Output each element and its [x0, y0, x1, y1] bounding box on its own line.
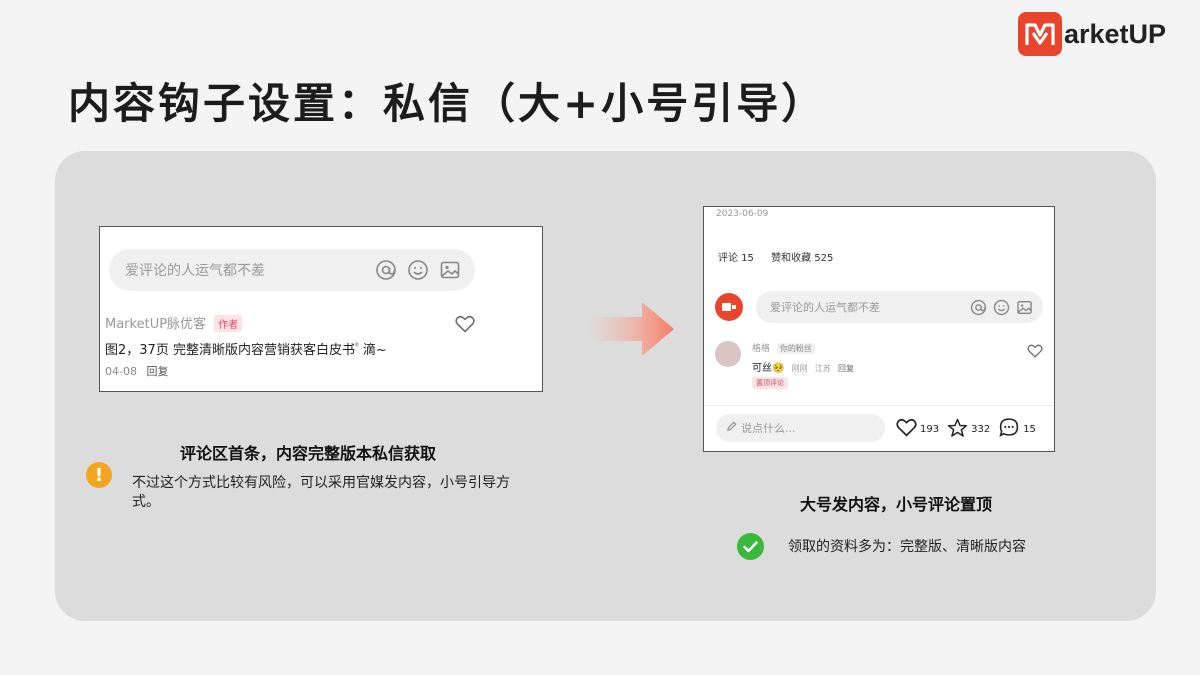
pencil-icon — [726, 421, 737, 435]
check-icon — [737, 533, 764, 560]
commenter-text-row: 可丝🥺 刚刚 江苏 回复 — [752, 359, 854, 374]
commenter-avatar[interactable] — [715, 341, 741, 367]
like-heart-icon[interactable] — [455, 315, 475, 337]
left-comment-screenshot: 爱评论的人运气都不差 MarketUP脉优客 作者 图2，37页 完整清晰版内容… — [99, 226, 543, 392]
comment-text-suffix: 滴~ — [362, 343, 387, 358]
comment-tabs: 评论 15 赞和收藏 525 — [718, 249, 833, 264]
emoji-face-icon: 🥺 — [772, 363, 785, 374]
right-post-screenshot: 2023-06-09 评论 15 赞和收藏 525 爱评论的人运气都不差 格格 … — [703, 206, 1055, 452]
logo-mark-icon — [1018, 12, 1062, 56]
bottom-input-placeholder: 说点什么... — [741, 422, 796, 435]
tab-comments[interactable]: 评论 15 — [718, 253, 754, 264]
comment-time: 刚刚 — [791, 364, 808, 373]
comment-input-placeholder: 爱评论的人运气都不差 — [770, 301, 880, 314]
commenter-header: 格格 你的粉丝 — [752, 341, 815, 354]
star-icon[interactable] — [947, 418, 968, 441]
comment-header: MarketUP脉优客 作者 — [105, 313, 243, 332]
heart-icon[interactable] — [896, 418, 917, 440]
comment-date: 04-08 — [105, 365, 137, 378]
comment-bubble-icon[interactable] — [998, 417, 1020, 441]
fan-tag: 你的粉丝 — [776, 343, 815, 354]
comment-input-placeholder: 爱评论的人运气都不差 — [125, 263, 265, 279]
bottom-actions: 193 332 15 — [896, 417, 1036, 441]
warning-icon: ! — [86, 462, 112, 488]
emoji-icon[interactable] — [993, 299, 1010, 316]
right-note: 领取的资料多为：完整版、清晰版内容 — [788, 539, 1026, 555]
right-caption: 大号发内容，小号评论置顶 — [800, 495, 993, 514]
emoji-icon[interactable] — [407, 259, 429, 281]
comment-author[interactable]: MarketUP脉优客 — [105, 317, 206, 332]
left-caption: 评论区首条，内容完整版本私信获取 — [180, 444, 437, 463]
bottom-comment-input[interactable]: 说点什么... — [716, 414, 885, 442]
avatar[interactable] — [715, 293, 743, 321]
at-icon[interactable] — [970, 299, 987, 316]
tab-likes-favorites[interactable]: 赞和收藏 525 — [771, 253, 833, 264]
reply-link[interactable]: 回复 — [146, 365, 168, 378]
favorites-count: 332 — [971, 423, 991, 435]
reply-link[interactable]: 回复 — [838, 364, 854, 373]
comment-location: 江苏 — [814, 364, 831, 373]
image-icon[interactable] — [439, 259, 461, 281]
comment-meta: 04-08 回复 — [105, 363, 168, 379]
left-note: 不过这个方式比较有风险，可以采用官媒发内容，小号引导方式。 — [132, 475, 510, 510]
search-mark-icon: ᵠ — [354, 341, 359, 352]
comment-text: 图2，37页 完整清晰版内容营销获客白皮书 — [105, 343, 355, 358]
image-icon[interactable] — [1016, 299, 1033, 316]
comment-input[interactable]: 爱评论的人运气都不差 — [109, 249, 475, 291]
pinned-comment-tag: 置顶评论 — [752, 377, 788, 389]
post-date: 2023-06-09 — [716, 209, 769, 219]
comment-input[interactable]: 爱评论的人运气都不差 — [756, 291, 1043, 323]
comment-text-row: 图2，37页 完整清晰版内容营销获客白皮书ᵠ 滴~ — [105, 339, 387, 358]
commenter-text: 可丝 — [752, 363, 772, 374]
brand-logo: arketUP — [1018, 12, 1166, 56]
at-icon[interactable] — [375, 259, 397, 281]
divider — [704, 405, 1054, 406]
likes-count: 193 — [920, 423, 940, 435]
comments-count: 15 — [1023, 423, 1036, 435]
arrow-right-icon — [588, 302, 674, 356]
logo-text: arketUP — [1064, 18, 1167, 49]
commenter-name[interactable]: 格格 — [752, 344, 770, 354]
author-tag: 作者 — [214, 315, 243, 332]
like-heart-icon[interactable] — [1027, 343, 1043, 362]
page-title: 内容钩子设置：私信（大+小号引导） — [68, 79, 827, 128]
